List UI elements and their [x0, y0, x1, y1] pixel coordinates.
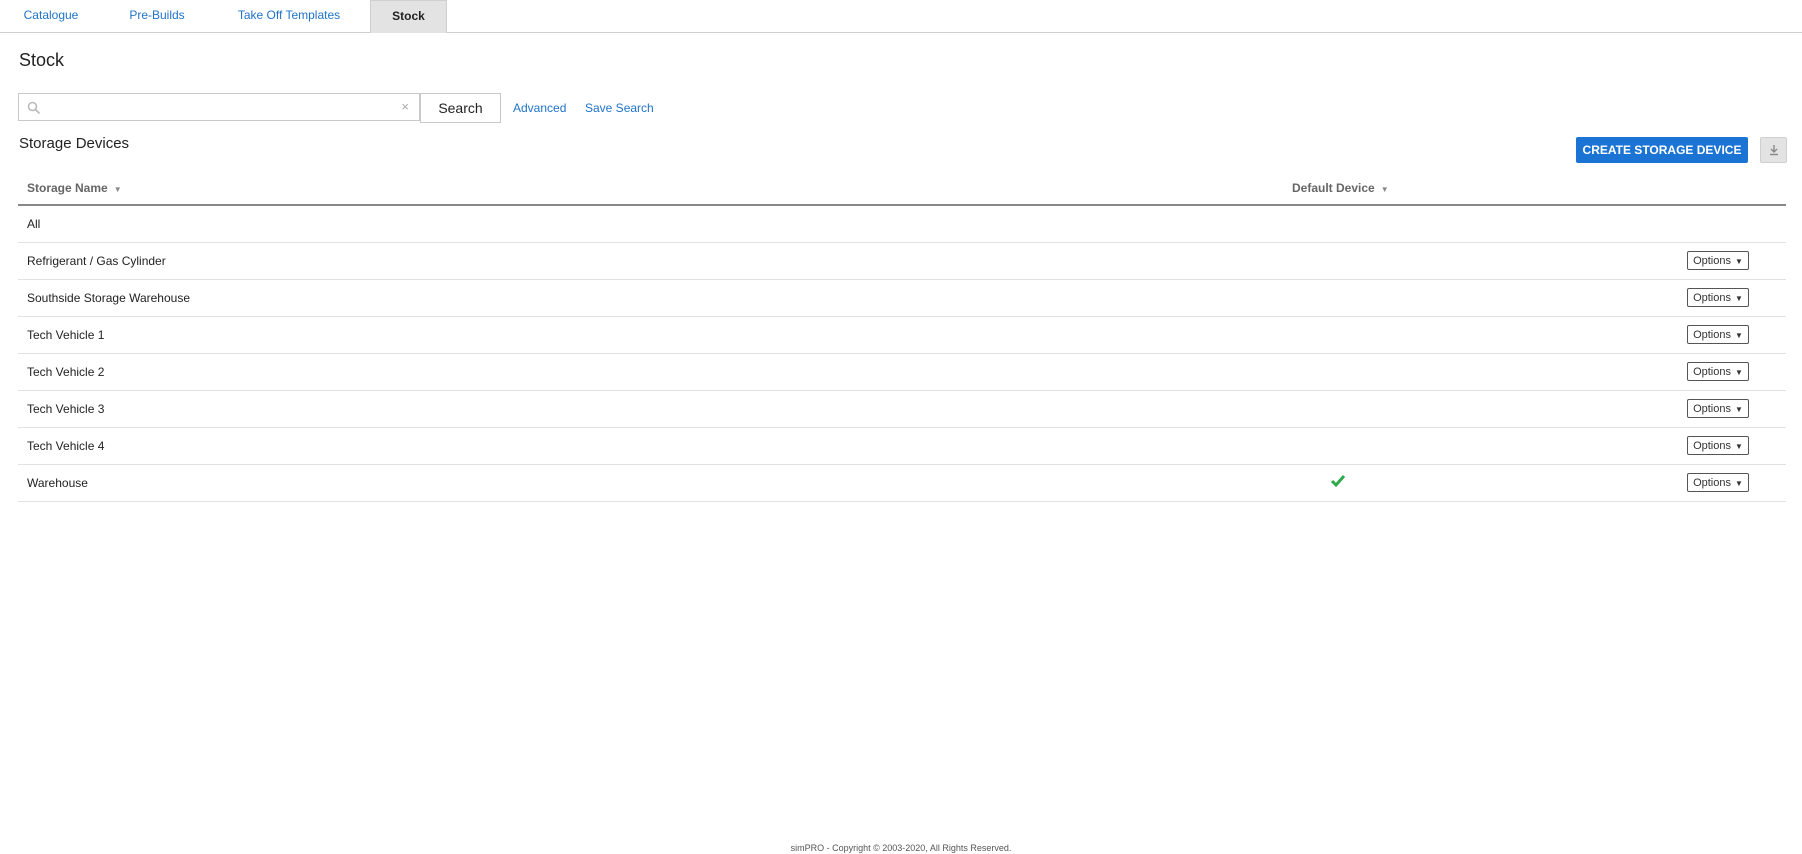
options-button[interactable]: Options ▼: [1687, 436, 1749, 455]
column-storage-name[interactable]: Storage Name ▼: [27, 181, 122, 195]
table-row[interactable]: Tech Vehicle 3 Options ▼: [18, 391, 1786, 428]
search-icon: [27, 101, 41, 115]
tab-stock[interactable]: Stock: [370, 0, 447, 33]
table-body: All Refrigerant / Gas Cylinder Options ▼ Sou…: [18, 206, 1786, 502]
search-input[interactable]: [45, 98, 389, 118]
create-storage-device-button[interactable]: CREATE STORAGE DEVICE: [1576, 137, 1748, 163]
options-label: Options: [1693, 254, 1731, 267]
table-row[interactable]: All: [18, 206, 1786, 243]
caret-down-icon: ▼: [1735, 478, 1743, 488]
caret-down-icon: ▼: [1735, 441, 1743, 451]
options-button[interactable]: Options ▼: [1687, 251, 1749, 270]
footer-copyright: simPRO - Copyright © 2003-2020, All Righ…: [790, 843, 1012, 853]
tab-pre-builds[interactable]: Pre-Builds: [122, 0, 192, 32]
section-title: Storage Devices: [19, 135, 130, 152]
caret-down-icon: ▼: [1735, 256, 1743, 266]
search-button[interactable]: Search: [420, 93, 501, 123]
tab-catalogue[interactable]: Catalogue: [14, 0, 88, 32]
caret-down-icon: ▼: [1735, 293, 1743, 303]
table-row[interactable]: Tech Vehicle 2 Options ▼: [18, 354, 1786, 391]
advanced-search-link[interactable]: Advanced: [513, 101, 566, 115]
options-label: Options: [1693, 328, 1731, 341]
options-label: Options: [1693, 365, 1731, 378]
download-button[interactable]: [1760, 137, 1787, 163]
table-row[interactable]: Southside Storage Warehouse Options ▼: [18, 280, 1786, 317]
storage-name[interactable]: Tech Vehicle 1: [27, 328, 104, 342]
storage-devices-table: Storage Name ▼ Default Device ▼ All Refrige…: [18, 170, 1786, 502]
caret-down-icon: ▼: [1735, 404, 1743, 414]
storage-name[interactable]: Tech Vehicle 2: [27, 365, 104, 379]
download-icon: [1769, 145, 1778, 156]
table-row[interactable]: Refrigerant / Gas Cylinder Options ▼: [18, 243, 1786, 280]
table-row[interactable]: Warehouse Options ▼: [18, 465, 1786, 502]
storage-name[interactable]: All: [27, 217, 40, 231]
options-button[interactable]: Options ▼: [1687, 399, 1749, 418]
column-label: Storage Name: [27, 181, 108, 195]
column-label: Default Device: [1292, 181, 1375, 195]
options-label: Options: [1693, 476, 1731, 489]
caret-down-icon: ▼: [1735, 330, 1743, 340]
storage-name[interactable]: Refrigerant / Gas Cylinder: [27, 254, 166, 268]
search-box: ×: [18, 93, 420, 121]
column-default-device[interactable]: Default Device ▼: [1292, 181, 1389, 195]
sort-arrow-icon: ▼: [113, 185, 122, 194]
table-row[interactable]: Tech Vehicle 4 Options ▼: [18, 428, 1786, 465]
save-search-link[interactable]: Save Search: [585, 101, 654, 115]
tab-take-off-templates[interactable]: Take Off Templates: [228, 0, 350, 32]
tab-bar: Catalogue Pre-Builds Take Off Templates …: [0, 0, 1802, 33]
options-label: Options: [1693, 439, 1731, 452]
options-button[interactable]: Options ▼: [1687, 288, 1749, 307]
storage-name[interactable]: Tech Vehicle 3: [27, 402, 104, 416]
page-title: Stock: [19, 50, 65, 70]
storage-name[interactable]: Warehouse: [27, 476, 88, 490]
options-label: Options: [1693, 402, 1731, 415]
sort-arrow-icon: ▼: [1380, 185, 1389, 194]
default-check-icon: [1330, 475, 1346, 488]
caret-down-icon: ▼: [1735, 367, 1743, 377]
options-button[interactable]: Options ▼: [1687, 325, 1749, 344]
table-row[interactable]: Tech Vehicle 1 Options ▼: [18, 317, 1786, 354]
storage-name[interactable]: Tech Vehicle 4: [27, 439, 104, 453]
table-header: Storage Name ▼ Default Device ▼: [18, 170, 1786, 206]
clear-icon[interactable]: ×: [401, 99, 409, 114]
options-label: Options: [1693, 291, 1731, 304]
options-button[interactable]: Options ▼: [1687, 362, 1749, 381]
options-button[interactable]: Options ▼: [1687, 473, 1749, 492]
storage-name[interactable]: Southside Storage Warehouse: [27, 291, 190, 305]
